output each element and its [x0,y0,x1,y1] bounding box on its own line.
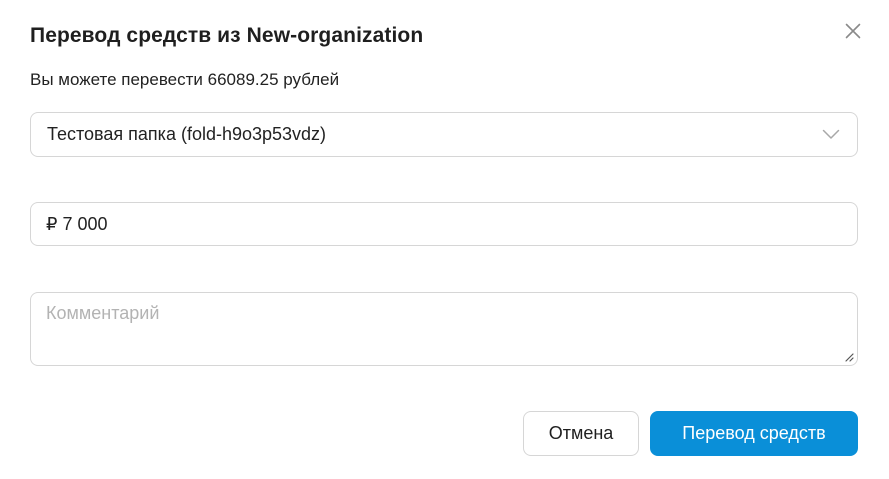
close-button[interactable] [840,18,866,44]
cancel-button[interactable]: Отмена [523,411,639,456]
amount-input[interactable] [46,203,836,245]
folder-select[interactable]: Тестовая папка (fold-h9o3p53vdz) [30,112,858,157]
available-balance-text: Вы можете перевести 66089.25 рублей [30,70,340,89]
folder-select-value: Тестовая папка (fold-h9o3p53vdz) [47,124,327,144]
chevron-down-icon [822,129,840,139]
transfer-dialog: Перевод средств из New-organization Вы м… [0,0,889,479]
transfer-funds-button[interactable]: Перевод средств [650,411,858,456]
comment-textarea[interactable] [46,303,836,355]
close-icon [845,23,861,39]
amount-field-wrapper [30,202,858,246]
comment-field-wrapper [30,292,858,366]
resize-handle-icon[interactable] [843,351,854,362]
dialog-title: Перевод средств из New-organization [30,24,424,47]
